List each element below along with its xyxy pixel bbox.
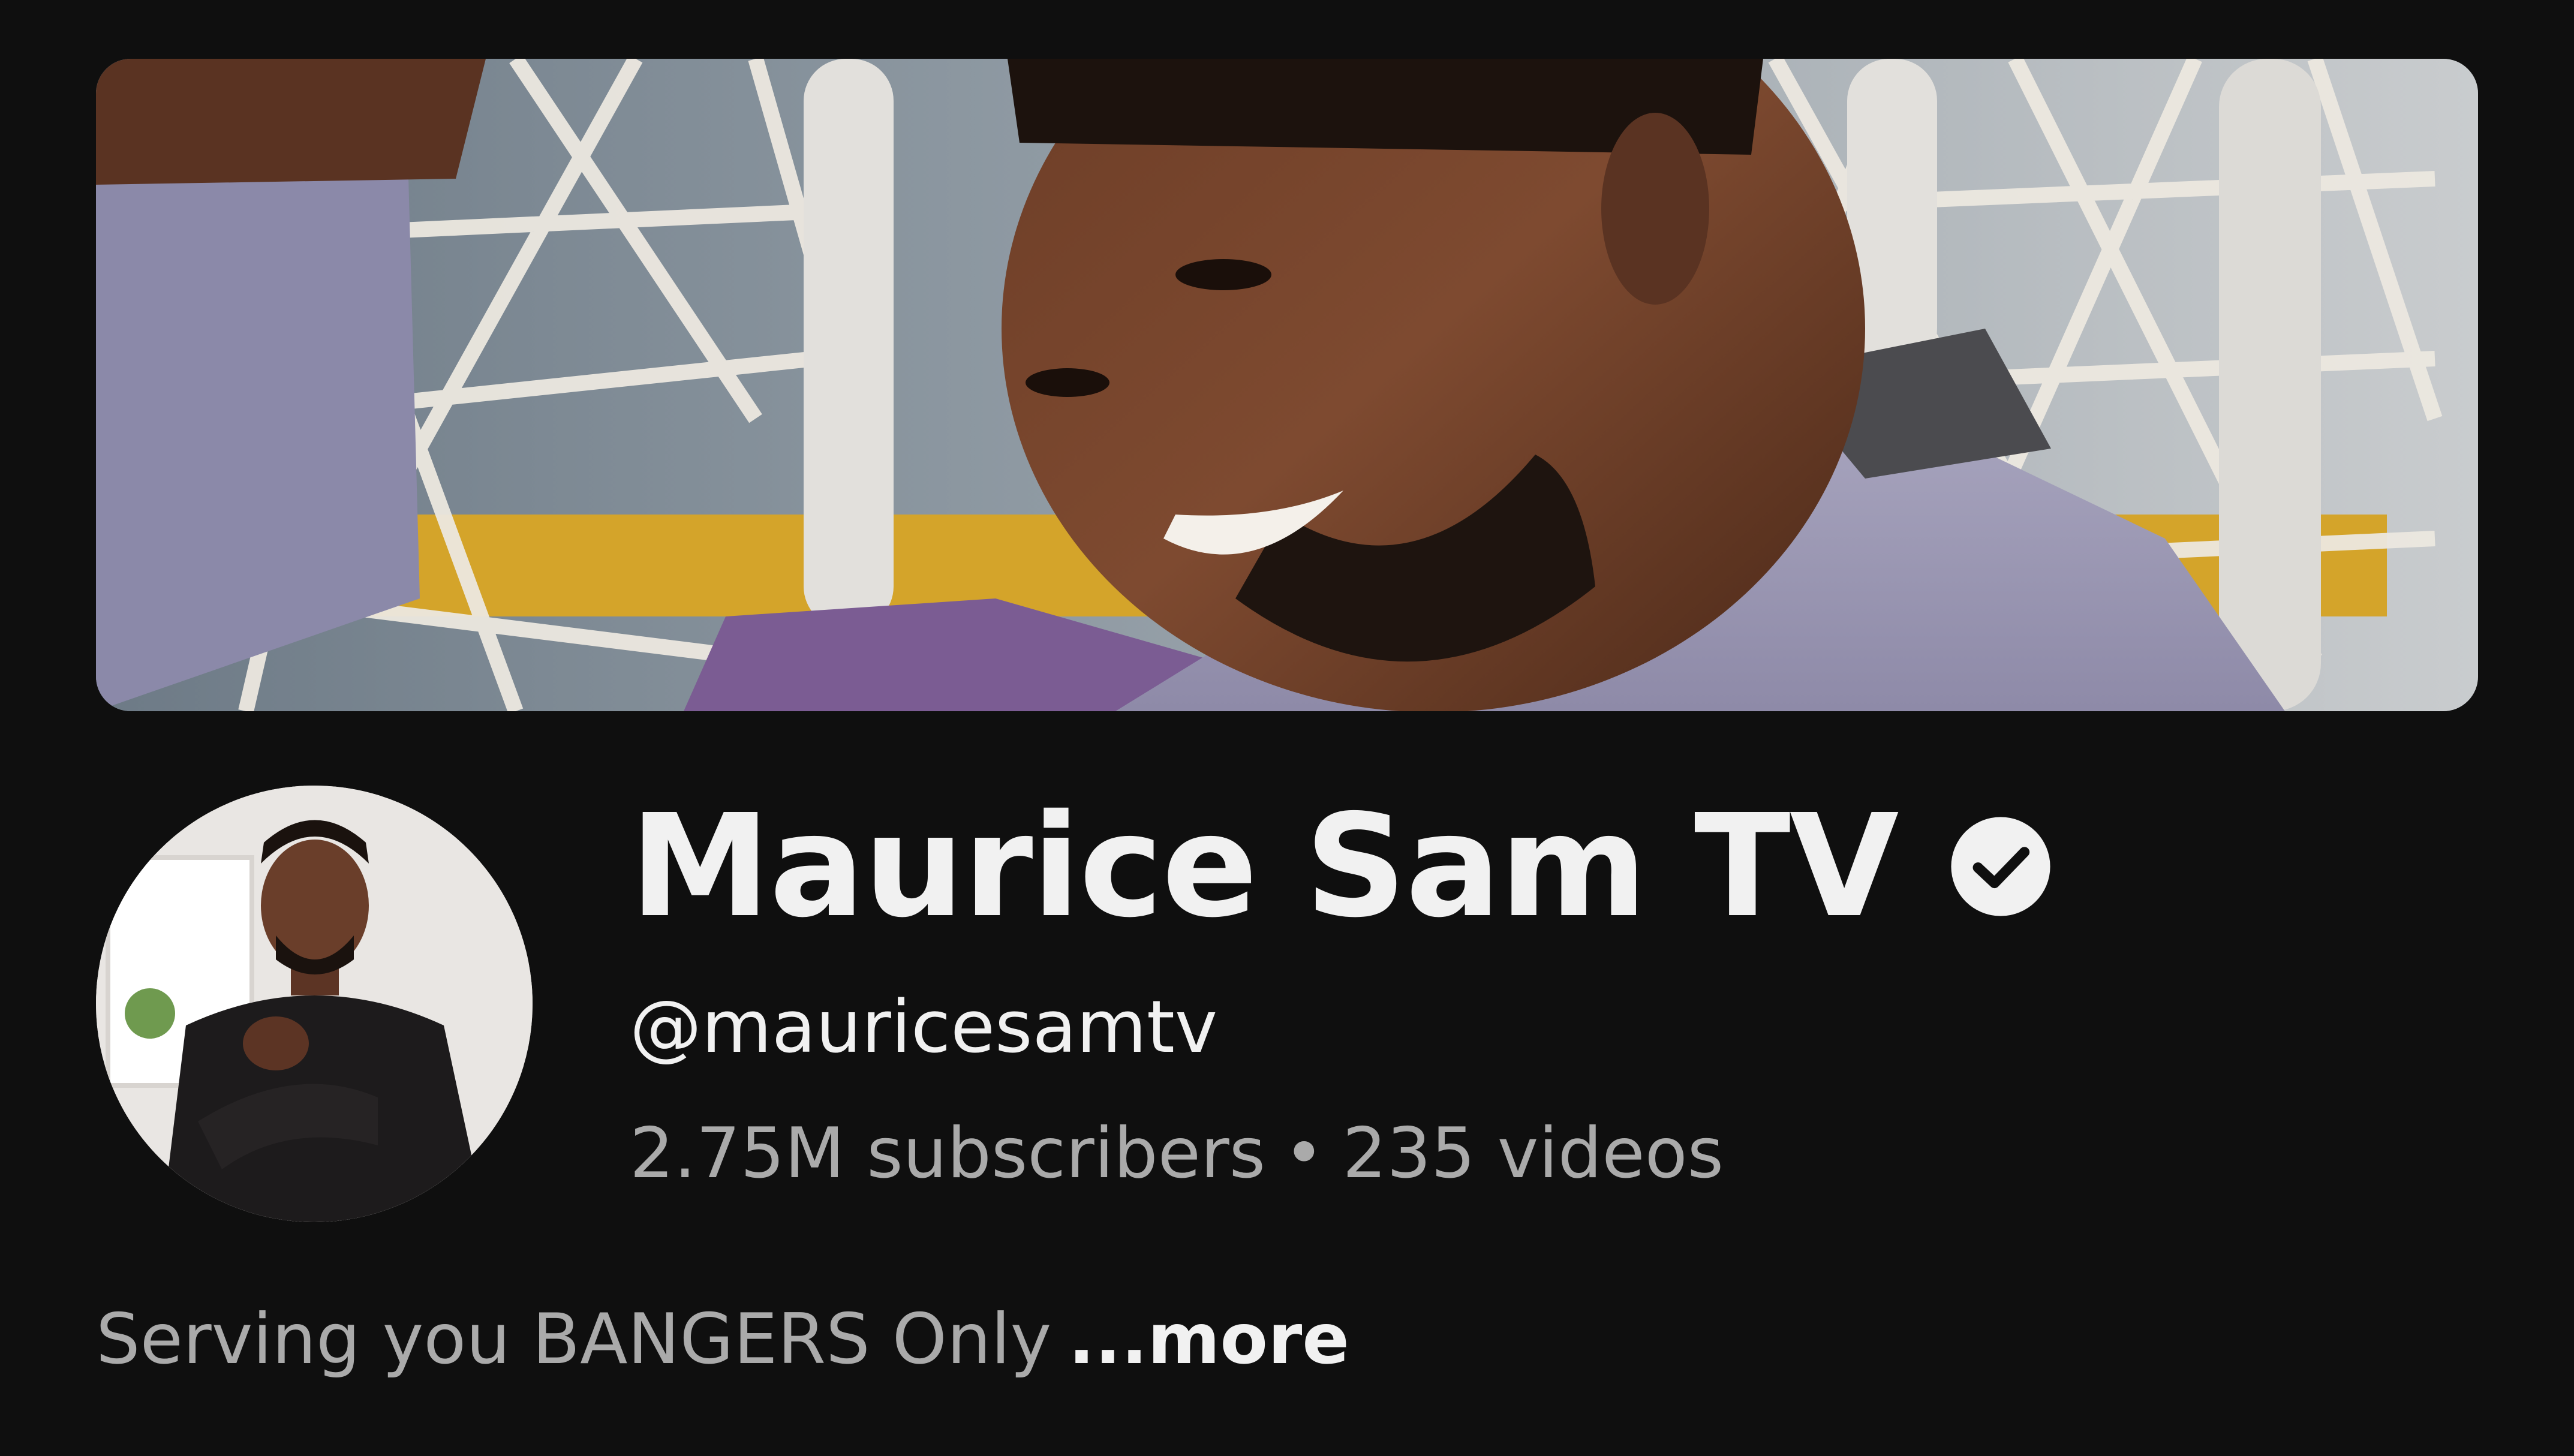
channel-title-row: Maurice Sam TV — [630, 780, 2052, 953]
channel-name: Maurice Sam TV — [630, 784, 1899, 949]
subscriber-count: 2.75M subscribers — [630, 1113, 1266, 1194]
video-count: 235 videos — [1342, 1113, 1724, 1194]
channel-page: Maurice Sam TV @mauricesamtv 2.75M subsc… — [0, 0, 2574, 1456]
channel-banner[interactable] — [96, 59, 2478, 711]
channel-avatar[interactable] — [96, 786, 533, 1222]
verified-check-icon — [1949, 815, 2052, 918]
description-text: Serving you BANGERS Only — [96, 1299, 1052, 1380]
banner-image — [96, 59, 2478, 711]
more-link[interactable]: ...more — [1068, 1299, 1349, 1380]
avatar-image — [96, 786, 533, 1222]
channel-description[interactable]: Serving you BANGERS Only ...more — [96, 1301, 1349, 1378]
channel-stats: 2.75M subscribers • 235 videos — [630, 1115, 1724, 1192]
stats-separator: • — [1283, 1113, 1325, 1194]
channel-handle: @mauricesamtv — [630, 986, 1217, 1069]
